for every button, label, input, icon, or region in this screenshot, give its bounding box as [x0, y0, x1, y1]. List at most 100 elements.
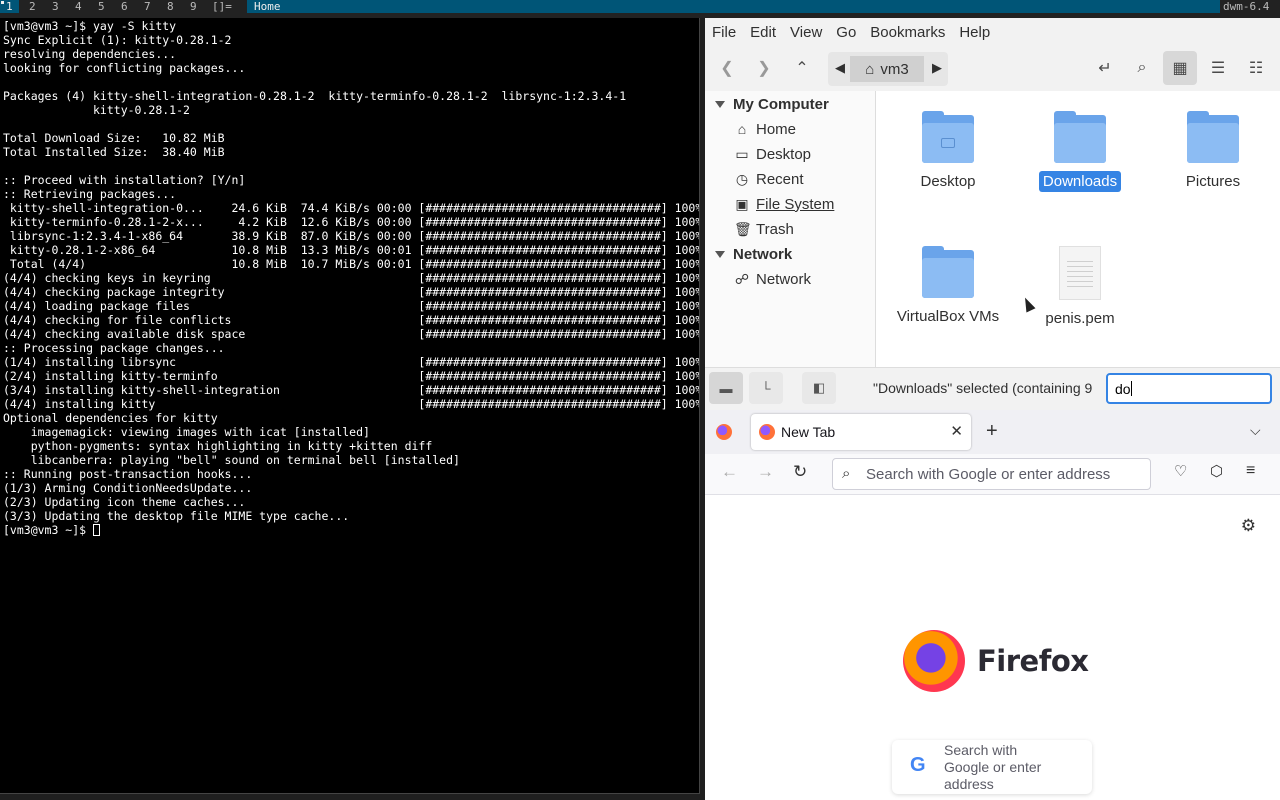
tag-7[interactable]: 7	[138, 0, 157, 13]
firefox-view-icon[interactable]	[716, 424, 732, 440]
folder-icon	[922, 246, 974, 298]
forward-arrow-icon[interactable]: →	[757, 462, 774, 482]
compact-view-button[interactable]: ☷	[1239, 51, 1273, 85]
newtab-search-box[interactable]: G Search with Google or enter address	[892, 740, 1092, 794]
hide-sidebar-button[interactable]: ◧	[802, 372, 836, 404]
menu-icon[interactable]: ≡	[1246, 462, 1255, 480]
list-tabs-icon[interactable]: ⌵	[1250, 422, 1261, 439]
file-pem[interactable]: penis.pem	[1020, 246, 1140, 329]
extensions-icon[interactable]: ⬡	[1210, 462, 1223, 480]
close-tab-icon[interactable]: ✕	[950, 422, 963, 440]
tab-strip: New Tab ✕ + ⌵	[705, 410, 1280, 454]
firefox-logo-icon	[903, 630, 965, 692]
tab-new-tab[interactable]: New Tab ✕	[751, 414, 971, 450]
folder-desktop[interactable]: Desktop	[888, 111, 1008, 192]
sidebar-heading: My Computer	[733, 95, 829, 113]
chevron-right-icon: ❯	[757, 60, 771, 77]
sidebar-section-network[interactable]: Network	[705, 242, 875, 266]
icon-view-button[interactable]: ▦	[1163, 51, 1197, 85]
search-button[interactable]: ⌕	[1125, 51, 1159, 85]
sidebar-item-label: Trash	[756, 220, 794, 238]
folder-pictures[interactable]: Pictures	[1153, 111, 1273, 192]
firefox-brand: Firefox	[903, 630, 1089, 692]
new-tab-button[interactable]: +	[986, 420, 998, 443]
back-button[interactable]: ❮	[710, 51, 744, 85]
folder-downloads[interactable]: Downloads	[1020, 111, 1140, 192]
sidebar-item-network[interactable]: ☍ Network	[705, 267, 875, 291]
item-label: VirtualBox VMs	[896, 308, 1000, 325]
list-icon: ☰	[1210, 60, 1226, 77]
expander-icon	[715, 100, 725, 108]
typeahead-input[interactable]: do	[1106, 373, 1272, 404]
sidebar-section-my-computer[interactable]: My Computer	[705, 92, 875, 116]
home-icon: ⌂	[737, 121, 747, 137]
window-title: Home	[247, 0, 1220, 13]
tag-3[interactable]: 3	[46, 0, 65, 13]
url-bar[interactable]: ⌕ Search with Google or enter address	[832, 458, 1151, 490]
status-text: dwm-6.4	[1220, 0, 1280, 13]
sidebar-icon: ◧	[812, 380, 826, 395]
sidebar-item-home[interactable]: ⌂ Home	[705, 117, 875, 141]
toolbar: ❮ ❯ ⌃ ◀ ⌂ vm3 ▶ ↵ ⌕ ▦ ☰ ☷	[705, 46, 1280, 91]
item-label: Desktop	[920, 173, 976, 190]
sidebar-item-desktop[interactable]: ▭ Desktop	[705, 142, 875, 166]
show-tree-button[interactable]: └	[749, 372, 783, 404]
menu-bookmarks[interactable]: Bookmarks	[870, 24, 945, 41]
trash-icon: 🗑	[734, 220, 752, 237]
back-arrow-icon[interactable]: ←	[721, 462, 738, 482]
tag-9[interactable]: 9	[184, 0, 203, 13]
item-label: Downloads	[1038, 171, 1122, 192]
tree-icon: └	[761, 380, 771, 396]
search-icon: ⌕	[1137, 59, 1147, 76]
menu-help[interactable]: Help	[959, 24, 990, 41]
sidebar-item-label: Home	[756, 120, 797, 138]
sidebar-item-label: Desktop	[756, 145, 812, 163]
tag-8[interactable]: 8	[161, 0, 180, 13]
menu-file[interactable]: File	[712, 24, 736, 41]
menu-go[interactable]: Go	[836, 24, 856, 41]
expander-icon	[715, 250, 725, 258]
show-places-button[interactable]: ▬	[709, 372, 743, 404]
folder-icon	[922, 111, 974, 163]
tag-4[interactable]: 4	[69, 0, 88, 13]
tag-6[interactable]: 6	[115, 0, 134, 13]
tag-5[interactable]: 5	[92, 0, 111, 13]
text-caret	[1130, 381, 1132, 396]
file-view[interactable]: Desktop Downloads Pictures VirtualBox VM…	[876, 91, 1280, 367]
folder-virtualbox-vms[interactable]: VirtualBox VMs	[888, 246, 1008, 327]
sidebar-item-label: Network	[756, 270, 812, 288]
path-left-arrow-icon[interactable]: ◀	[835, 60, 845, 76]
forward-button[interactable]: ❯	[747, 51, 781, 85]
tag-2[interactable]: 2	[23, 0, 42, 13]
firefox-tab-icon	[759, 424, 775, 440]
layout-symbol[interactable]: []=	[212, 0, 232, 13]
home-icon: ⌂	[865, 60, 875, 78]
terminal-output: [vm3@vm3 ~]$ yay -S kitty Sync Explicit …	[0, 18, 699, 537]
sidebar-item-trash[interactable]: 🗑 Trash	[705, 217, 875, 241]
path-crumb-label: vm3	[880, 60, 909, 78]
url-placeholder: Search with Google or enter address	[866, 466, 1111, 483]
compact-icon: ☷	[1248, 60, 1264, 77]
sidebar-item-recent[interactable]: ◷ Recent	[705, 167, 875, 191]
folder-icon	[1187, 111, 1239, 163]
google-icon: G	[910, 754, 926, 776]
gear-icon[interactable]: ⚙	[1241, 516, 1256, 536]
reload-icon[interactable]: ↻	[793, 462, 807, 482]
menu-view[interactable]: View	[790, 24, 822, 41]
search-icon: ⌕	[842, 465, 851, 482]
pocket-icon[interactable]: ♡	[1174, 462, 1187, 480]
drive-icon: ▣	[735, 195, 749, 212]
sidebar-item-filesystem[interactable]: ▣ File System	[705, 192, 875, 216]
menu-edit[interactable]: Edit	[750, 24, 776, 41]
path-right-arrow-icon[interactable]: ▶	[932, 60, 942, 76]
item-label: Pictures	[1185, 173, 1241, 190]
up-button[interactable]: ⌃	[785, 51, 819, 85]
location-toggle-button[interactable]: ↵	[1088, 51, 1122, 85]
sidebar-item-label: File System	[756, 195, 835, 213]
terminal-window[interactable]: [vm3@vm3 ~]$ yay -S kitty Sync Explicit …	[0, 18, 700, 794]
path-crumb-home[interactable]: ⌂ vm3	[850, 56, 924, 82]
chevron-left-icon: ❮	[720, 60, 734, 77]
list-view-button[interactable]: ☰	[1201, 51, 1235, 85]
firefox-window: New Tab ✕ + ⌵ ← → ↻ ⌕ Search with Google…	[705, 410, 1280, 800]
tag-1[interactable]: 1	[0, 0, 19, 13]
